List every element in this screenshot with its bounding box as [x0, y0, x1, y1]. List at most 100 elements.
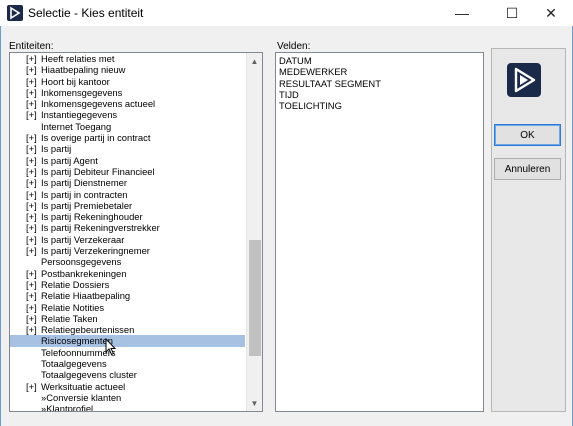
entity-list-item[interactable]: [+] Relatie Hiaatbepaling [10, 290, 245, 301]
expand-toggle[interactable]: [+] [26, 177, 37, 188]
entity-label: Is partij Rekeningverstrekker [41, 222, 160, 234]
expand-toggle[interactable]: [+] [26, 313, 37, 324]
entity-list-item[interactable]: [+] Hoort bij kantoor [10, 76, 245, 87]
app-logo-icon [7, 5, 23, 21]
field-list-item[interactable]: TOELICHTING [279, 100, 480, 111]
ok-button[interactable]: OK [494, 124, 561, 146]
expand-toggle[interactable]: [+] [26, 200, 37, 211]
entity-list-item[interactable]: Persoonsgegevens [10, 256, 245, 267]
entity-label: Relatie Notities [41, 301, 105, 313]
field-list-item[interactable]: MEDEWERKER [279, 66, 480, 77]
entity-list-item[interactable]: [+] Werksituatie actueel [10, 381, 245, 392]
expand-toggle[interactable]: [+] [26, 302, 37, 313]
entity-list-item[interactable]: Totaalgegevens cluster [10, 369, 245, 380]
expand-toggle[interactable]: [+] [26, 222, 37, 233]
entities-list[interactable]: [+] Heeft relaties met [+] Hiaatbepaling ni… [9, 52, 263, 412]
entity-list-item[interactable]: [+] Relatie Taken [10, 313, 245, 324]
entity-list-item[interactable]: [+] Is partij Verzekeringnemer [10, 245, 245, 256]
window-title: Selectie - Kies entiteit [28, 6, 144, 20]
entity-list-item[interactable]: Telefoonnummers [10, 347, 245, 358]
entity-label: Werksituatie actueel [41, 380, 126, 392]
scroll-up-icon[interactable]: ▲ [247, 53, 262, 69]
entity-label: Totaalgegevens [41, 358, 107, 370]
entity-list-item[interactable]: [+] Is partij [10, 143, 245, 154]
field-list-item[interactable]: TIJD [279, 89, 480, 100]
entity-list-item[interactable]: »Conversie klanten [10, 392, 245, 403]
expand-toggle[interactable]: [+] [26, 132, 37, 143]
entity-list-item[interactable]: [+] Is partij Agent [10, 155, 245, 166]
entity-list-item[interactable]: [+] Relatie Notities [10, 302, 245, 313]
field-list-item[interactable]: RESULTAAT SEGMENT [279, 78, 480, 89]
entity-label: Heeft relaties met [41, 53, 115, 64]
entity-list-item[interactable]: [+] Is partij Debiteur Financieel [10, 166, 245, 177]
expand-toggle[interactable]: [+] [26, 324, 37, 335]
entity-list-item[interactable]: [+] Heeft relaties met [10, 53, 245, 64]
entity-label: »Klantprofiel [41, 403, 94, 412]
entity-list-item[interactable]: [+] Postbankrekeningen [10, 268, 245, 279]
entity-list-item[interactable]: [+] Is partij Rekeningverstrekker [10, 222, 245, 233]
cancel-button[interactable]: Annuleren [494, 158, 561, 180]
expand-toggle[interactable]: [+] [26, 166, 37, 177]
entity-label: Is partij in contracten [41, 188, 128, 200]
entity-label: Relatie Hiaatbepaling [41, 290, 131, 302]
entity-list-item[interactable]: [+] Hiaatbepaling nieuw [10, 64, 245, 75]
entity-list-item[interactable]: [+] Inkomensgegevens [10, 87, 245, 98]
entity-list-item[interactable]: Totaalgegevens [10, 358, 245, 369]
fields-list[interactable]: DATUM MEDEWERKER RESULTAAT SEGMENT TIJD TOEL… [275, 52, 484, 412]
entity-list-item[interactable]: [+] Instantiegegevens [10, 109, 245, 120]
expand-toggle[interactable]: [+] [26, 53, 37, 64]
app-logo-icon [507, 63, 541, 97]
maximize-button[interactable]: ☐ [490, 0, 534, 26]
expand-toggle[interactable]: [+] [26, 189, 37, 200]
entity-list-item[interactable]: [+] Relatie Dossiers [10, 279, 245, 290]
expand-toggle[interactable]: [+] [26, 268, 37, 279]
entity-label: Relatiegebeurtenissen [41, 324, 135, 336]
minimize-button[interactable]: — [440, 0, 484, 26]
mouse-cursor-icon [105, 338, 117, 356]
entity-list-item[interactable]: [+] Is partij Premiebetaler [10, 200, 245, 211]
entities-label: Entiteiten: [9, 41, 54, 52]
expand-toggle[interactable]: [+] [26, 155, 37, 166]
scrollbar-thumb[interactable] [249, 240, 261, 356]
entity-label: Inkomensgegevens [41, 86, 123, 98]
expand-toggle[interactable]: [+] [26, 98, 37, 109]
entity-list-item[interactable]: [+] Is partij Verzekeraar [10, 234, 245, 245]
entity-label: Totaalgegevens cluster [41, 369, 137, 381]
field-list-item[interactable]: DATUM [279, 55, 480, 66]
expand-toggle[interactable]: [+] [26, 64, 37, 75]
expand-toggle[interactable]: [+] [26, 87, 37, 98]
entity-list-item[interactable]: [+] Is partij Dienstnemer [10, 177, 245, 188]
expand-toggle[interactable]: [+] [26, 381, 37, 392]
entity-list-item[interactable]: [+] Is overige partij in contract [10, 132, 245, 143]
side-panel [491, 48, 566, 412]
expand-toggle[interactable]: [+] [26, 143, 37, 154]
scroll-down-icon[interactable]: ▼ [247, 395, 262, 411]
entity-list-item[interactable]: [+] Is partij Rekeninghouder [10, 211, 245, 222]
expand-toggle[interactable]: [+] [26, 290, 37, 301]
expand-toggle[interactable]: [+] [26, 76, 37, 87]
entity-label: Is partij Debiteur Financieel [41, 165, 155, 177]
entity-list-item[interactable]: [+] Relatiegebeurtenissen [10, 324, 245, 335]
expand-toggle[interactable]: [+] [26, 279, 37, 290]
entity-label: Inkomensgegevens actueel [41, 98, 156, 110]
entities-scrollbar[interactable]: ▲ ▼ [246, 53, 262, 411]
title-bar[interactable]: Selectie - Kies entiteit — ☐ ✕ [0, 0, 573, 26]
entity-label: Is partij Dienstnemer [41, 177, 127, 189]
entity-list-item[interactable]: [+] Inkomensgegevens actueel [10, 98, 245, 109]
entity-label: Hoort bij kantoor [41, 75, 110, 87]
expand-toggle[interactable]: [+] [26, 109, 37, 120]
close-button[interactable]: ✕ [529, 0, 573, 26]
entity-label: Internet Toegang [41, 120, 112, 132]
expand-toggle[interactable]: [+] [26, 234, 37, 245]
entity-list-item[interactable]: [+] Is partij in contracten [10, 189, 245, 200]
entities-tree: [+] Heeft relaties met [+] Hiaatbepaling ni… [10, 53, 245, 412]
expand-toggle[interactable]: [+] [26, 211, 37, 222]
entity-label: Relatie Taken [41, 312, 98, 324]
expand-toggle[interactable]: [+] [26, 245, 37, 256]
entity-list-item[interactable]: Risicosegmenten [10, 335, 245, 347]
entity-list-item[interactable]: Internet Toegang [10, 121, 245, 132]
entity-label: Is partij Agent [41, 154, 98, 166]
entity-label: Persoonsgegevens [41, 256, 122, 268]
entity-list-item[interactable]: »Klantprofiel [10, 403, 245, 412]
entity-label: Is partij Verzekeraar [41, 233, 125, 245]
